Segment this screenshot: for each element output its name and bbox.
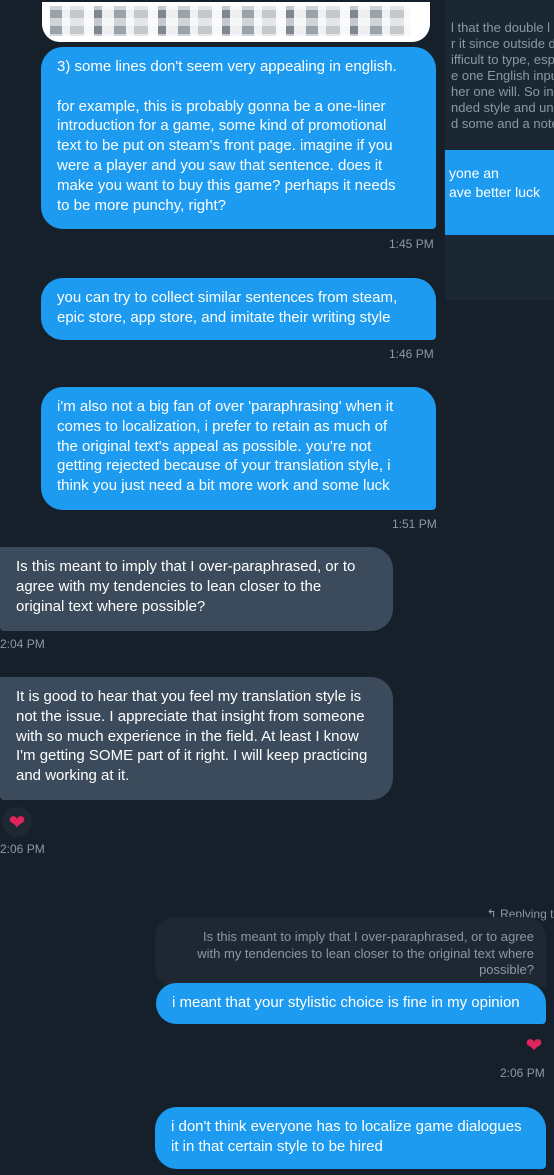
message-timestamp: 2:06 PM xyxy=(500,1066,545,1080)
background-line: her one will. So in xyxy=(451,84,554,99)
message-bubble-outgoing[interactable]: you can try to collect similar sentences… xyxy=(41,278,436,340)
background-blue-line: ave better luck xyxy=(449,184,541,200)
message-bubble-outgoing[interactable]: i don't think everyone has to localize g… xyxy=(155,1107,546,1169)
pixelated-overlay xyxy=(42,2,430,42)
background-panel: l that the double l r it since outside d… xyxy=(445,0,554,300)
message-timestamp: 1:51 PM xyxy=(392,517,437,531)
background-line: nded style and un xyxy=(451,100,554,115)
background-blue-line: yone an xyxy=(449,165,499,181)
message-bubble-incoming[interactable]: It is good to hear that you feel my tran… xyxy=(0,677,393,800)
background-blue-bubble: yone an ave better luck xyxy=(445,150,554,235)
message-bubble-outgoing[interactable]: i'm also not a big fan of over 'paraphra… xyxy=(41,387,436,510)
background-line: ifficult to type, esp xyxy=(451,52,554,67)
message-timestamp: 2:04 PM xyxy=(0,637,45,651)
message-bubble-outgoing[interactable]: 3) some lines don't seem very appealing … xyxy=(41,47,436,229)
quoted-message[interactable]: Is this meant to imply that I over-parap… xyxy=(155,917,546,987)
background-line: d some and a note xyxy=(451,116,554,131)
background-line: l that the double l xyxy=(451,20,551,35)
background-line: e one English inpu xyxy=(451,68,554,83)
background-line: r it since outside d xyxy=(451,36,554,51)
message-bubble-outgoing[interactable]: i meant that your stylistic choice is fi… xyxy=(156,983,546,1024)
message-bubble-incoming[interactable]: Is this meant to imply that I over-parap… xyxy=(0,547,393,631)
message-timestamp: 1:46 PM xyxy=(389,347,434,361)
heart-reaction-icon[interactable]: ❤ xyxy=(519,1030,549,1060)
message-timestamp: 1:45 PM xyxy=(389,237,434,251)
heart-reaction-icon[interactable]: ❤ xyxy=(2,807,32,837)
message-timestamp: 2:06 PM xyxy=(0,842,45,856)
censored-header xyxy=(42,2,430,42)
